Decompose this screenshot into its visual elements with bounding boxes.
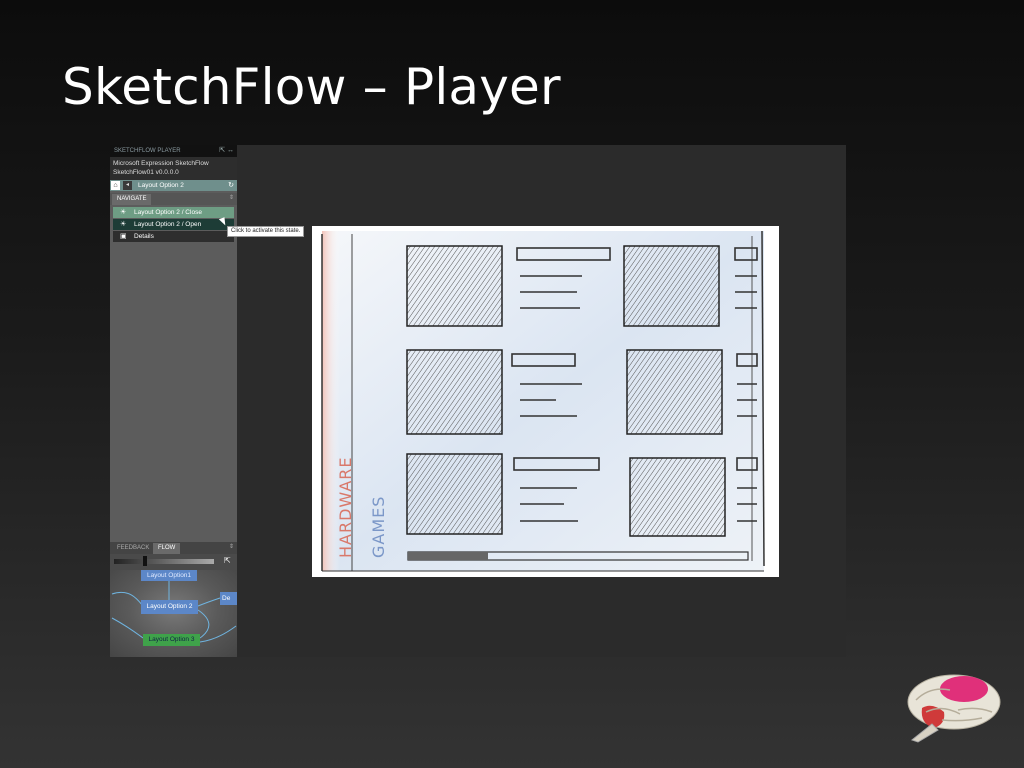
export-icon[interactable]: ⇱ [224,556,231,565]
nav-item-label: Details [134,233,154,240]
navigation-bar: ⌂ ◂ Layout Option 2 ↻ [110,180,237,191]
project-version: SketchFlow01 v0.0.0.0 [113,169,179,176]
nav-item-layout-option-2-close[interactable]: ☀ Layout Option 2 / Close [113,207,234,218]
flow-node-details[interactable]: De [220,592,237,605]
lightbulb-icon: ☀ [120,221,127,228]
flow-node-layout-option-2[interactable]: Layout Option 2 [141,600,198,614]
slide-title: SketchFlow – Player [62,58,561,116]
refresh-icon[interactable]: ↻ [228,180,234,191]
nav-item-label: Layout Option 2 / Open [134,221,202,228]
app-name: Microsoft Expression SketchFlow [113,160,209,167]
tab-navigate[interactable]: NAVIGATE [112,194,152,205]
tab-feedback[interactable]: FEEDBACK [112,543,154,554]
flow-zoom-slider[interactable] [114,556,214,566]
sketch-canvas: HARDWARE GAMES [312,226,779,577]
nav-item-label: Layout Option 2 / Close [134,209,202,216]
home-icon[interactable]: ⌂ [111,181,120,190]
sketchflow-player-panel: SKETCHFLOW PLAYER ⇱ ↔ Microsoft Expressi… [110,145,237,657]
navigate-list: ☀ Layout Option 2 / Close ☀ Layout Optio… [110,207,237,242]
brain-logo [907,674,1001,743]
popout-icon[interactable]: ⇱ ↔ [219,145,234,157]
sketch-label-games: GAMES [369,495,388,558]
lower-tabbar: FEEDBACK FLOW ⇕ [110,542,237,554]
project-info: Microsoft Expression SketchFlow SketchFl… [110,157,237,180]
screen-icon: ▣ [120,233,127,240]
flow-node-layout-option1[interactable]: Layout Option1 [141,570,197,581]
nav-item-details[interactable]: ▣ Details [113,231,234,242]
flow-map: Layout Option1 Layout Option 2 De Layout… [110,570,237,657]
flow-node-layout-option-3[interactable]: Layout Option 3 [143,634,200,646]
player-header-title: SKETCHFLOW PLAYER [114,148,181,154]
back-icon[interactable]: ◂ [123,181,132,190]
player-header: SKETCHFLOW PLAYER ⇱ ↔ [110,145,237,157]
slider-thumb[interactable] [143,556,147,566]
flow-panel: FEEDBACK FLOW ⇕ ⇱ Layout Option1 Layout … [110,542,237,657]
lightbulb-icon: ☀ [120,209,127,216]
sketchflow-screenshot: SKETCHFLOW PLAYER ⇱ ↔ Microsoft Expressi… [110,145,846,657]
sketch-label-hardware: HARDWARE [336,456,355,558]
tooltip: Click to activate this state. [227,226,305,237]
tab-flow[interactable]: FLOW [153,543,181,554]
pin-icon[interactable]: ⇕ [229,193,234,204]
current-screen-label: Layout Option 2 [138,182,184,189]
nav-item-layout-option-2-open[interactable]: ☀ Layout Option 2 / Open [113,219,234,230]
navigate-tabbar: NAVIGATE ⇕ [110,193,237,205]
pin-icon[interactable]: ⇕ [229,542,234,553]
